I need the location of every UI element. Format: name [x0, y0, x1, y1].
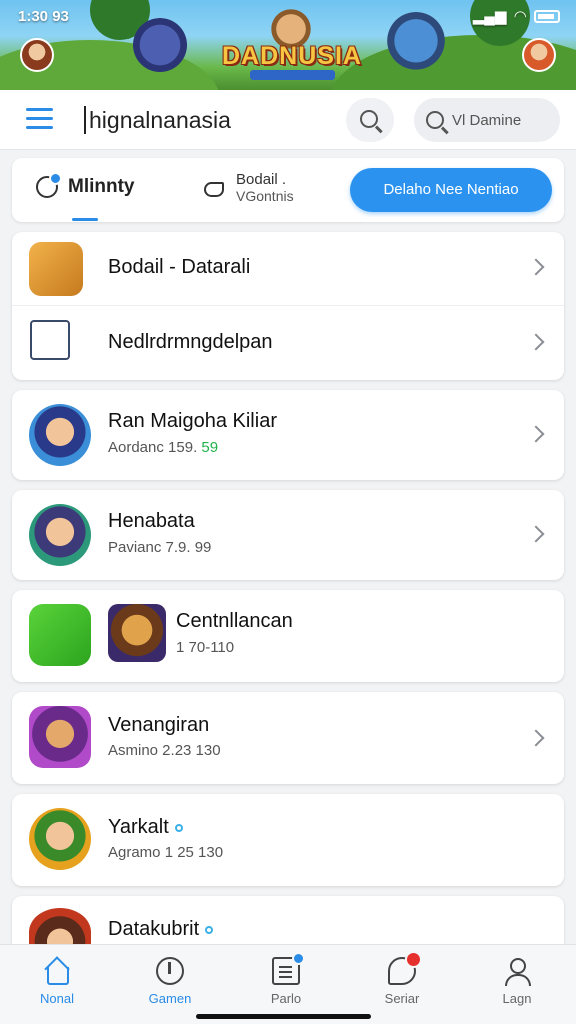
chevron-right-icon: [527, 525, 545, 543]
nav-label: Seriar: [384, 991, 420, 1006]
news-icon: [272, 952, 305, 985]
avatar[interactable]: [522, 38, 556, 72]
nav-home[interactable]: Nonal: [17, 957, 97, 1006]
tab-label: Mlinnty: [68, 176, 135, 197]
item-title: Ran Maigoha Kiliar: [108, 410, 277, 432]
item-title: Bodail - Datarali: [108, 256, 251, 278]
search-placeholder: Vl Damine: [452, 111, 522, 129]
app-bar: hignalnanasia Vl Damine: [0, 90, 576, 150]
tab-community[interactable]: Mlinnty: [36, 172, 135, 198]
menu-icon[interactable]: [26, 108, 53, 130]
hero-avatar-icon: [29, 404, 91, 466]
nav-label: Parlo: [270, 991, 302, 1006]
nav-label: Lagn: [502, 991, 532, 1006]
item-title: Venangiran: [108, 714, 210, 736]
primary-action-button[interactable]: Delaho Nee Nentiao: [350, 168, 552, 212]
nav-profile[interactable]: Lagn: [477, 957, 557, 1006]
item-title: Henabata: [108, 510, 195, 532]
tab-events[interactable]: Bodail . VGontnis: [204, 172, 294, 204]
tab-sublabel: VGontnis: [236, 188, 294, 204]
list-card[interactable]: Yarkalt Agramo 1 25 130: [12, 794, 564, 886]
list-card: Bodail - Datarali Nedlrdrmngdelpan: [12, 232, 564, 380]
avatar[interactable]: [20, 38, 54, 72]
battery-icon: [534, 9, 560, 23]
nav-chat[interactable]: Seriar: [362, 951, 442, 1006]
highlight-value: 59: [201, 439, 219, 456]
item-title: Datakubrit: [108, 918, 214, 941]
network-icon: [30, 320, 70, 360]
status-dot-icon: [174, 823, 183, 832]
logo-ribbon: [250, 70, 335, 80]
list-card[interactable]: Henabata Pavianc 7.9. 99: [12, 490, 564, 580]
share-icon: [204, 179, 226, 197]
game-banner[interactable]: 1:30 93 ▂▄▆ ◠ DADNUSIA: [0, 0, 576, 90]
tab-label: Bodail .: [236, 171, 287, 188]
live-icon: [36, 172, 62, 198]
list-item[interactable]: Bodail - Datarali: [12, 232, 564, 306]
home-indicator[interactable]: [196, 1014, 371, 1019]
knight-avatar-icon: [29, 504, 91, 566]
chef-avatar-icon: [29, 808, 91, 870]
item-subtitle: Pavianc 7.9. 99: [108, 539, 212, 556]
chevron-right-icon: [527, 258, 545, 276]
signal-icon: ▂▄▆: [472, 8, 507, 25]
wizard-avatar-icon: [29, 706, 91, 768]
bottom-navigation: Nonal Gamen Parlo Seriar Lagn: [0, 944, 576, 1024]
chevron-right-icon: [527, 425, 545, 443]
nav-label: Gamen: [148, 991, 192, 1006]
wifi-icon: ◠: [514, 8, 526, 25]
page-title[interactable]: hignalnanasia: [84, 106, 231, 134]
item-title: Yarkalt: [108, 816, 183, 839]
puzzle-cube-icon: [29, 242, 83, 296]
search-input[interactable]: Vl Damine: [414, 98, 560, 142]
warrior-avatar-icon: [108, 604, 166, 662]
status-time: 1:30 93: [18, 7, 69, 25]
active-tab-indicator: [72, 218, 98, 221]
list-item[interactable]: Nedlrdrmngdelpan: [12, 306, 564, 380]
item-title: Nedlrdrmngdelpan: [108, 331, 273, 353]
status-dot-icon: [205, 925, 214, 934]
chevron-right-icon: [527, 729, 545, 747]
game-logo: DADNUSIA: [222, 42, 362, 70]
games-icon: [156, 957, 184, 985]
home-icon: [43, 957, 71, 985]
list-card[interactable]: Ran Maigoha Kiliar Aordanc 159. 59: [12, 390, 564, 480]
status-bar: 1:30 93 ▂▄▆ ◠: [18, 6, 560, 26]
item-subtitle: Agramo 1 25 130: [108, 844, 224, 861]
list-card[interactable]: Venangiran Asmino 2.23 130: [12, 692, 564, 784]
tab-bar: Mlinnty Bodail . VGontnis Delaho Nee Nen…: [12, 158, 564, 222]
item-subtitle: Aordanc 159. 59: [108, 439, 219, 456]
item-title: Centnllancan: [176, 610, 293, 632]
search-button[interactable]: [346, 98, 394, 142]
list-card[interactable]: Centnllancan 1 70-110: [12, 590, 564, 682]
item-subtitle: Asmino 2.23 130: [108, 742, 221, 759]
nav-label: Nonal: [40, 991, 74, 1006]
game-badge-icon: [29, 604, 91, 666]
nav-news[interactable]: Parlo: [246, 952, 326, 1006]
chat-icon: [388, 951, 422, 985]
nav-games[interactable]: Gamen: [130, 957, 210, 1006]
search-icon: [426, 111, 444, 129]
item-subtitle: 1 70-110: [176, 639, 235, 656]
search-icon: [360, 110, 378, 128]
user-icon: [503, 957, 531, 986]
banner-character: [130, 18, 190, 78]
chevron-right-icon: [527, 333, 545, 351]
